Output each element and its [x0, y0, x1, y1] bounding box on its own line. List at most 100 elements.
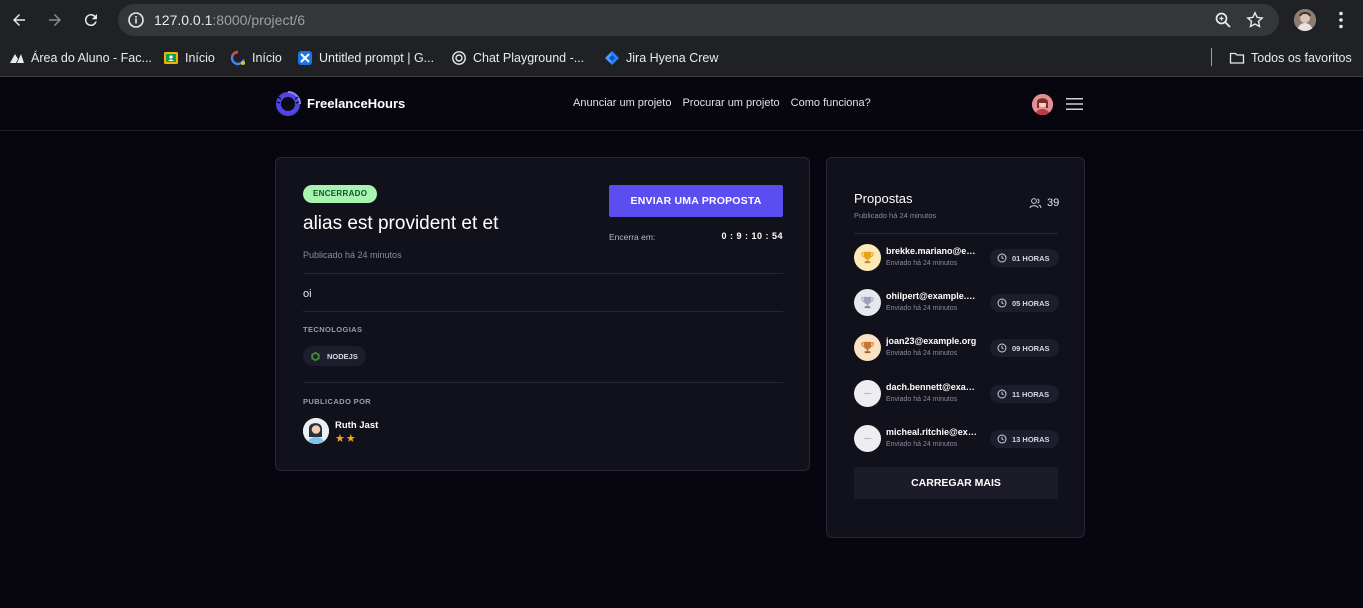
bookmark-label: Untitled prompt | G... [319, 51, 435, 65]
ends-label: Encerra em: [609, 232, 656, 242]
bookmark-item[interactable]: Área do Aluno - Fac... [9, 49, 152, 67]
published-by-label: PUBLICADO POR [303, 397, 372, 406]
bookmark-label: Jira Hyena Crew [626, 51, 719, 65]
proposal-row[interactable]: dach.bennett@example.net Enviado há 24 m… [854, 380, 1059, 408]
technologies-label: TECNOLOGIAS [303, 325, 363, 334]
reload-icon [84, 14, 97, 27]
bookmarks-bar: Área do Aluno - Fac... Início Início Unt… [0, 40, 1363, 77]
proposal-hours-badge: 05 HORAS [990, 294, 1059, 312]
kebab-menu-icon[interactable] [1330, 9, 1352, 31]
proposal-time: Enviado há 24 minutos [886, 350, 958, 357]
bookmark-item[interactable]: Untitled prompt | G... [297, 49, 434, 67]
a-logo-icon [10, 54, 24, 63]
proposal-row[interactable]: joan23@example.org Enviado há 24 minutos… [854, 334, 1059, 362]
proposals-count: 39 [1029, 197, 1059, 209]
users-icon [1029, 198, 1042, 209]
proposal-avatar [854, 244, 881, 271]
nav-link-announce[interactable]: Anunciar um projeto [573, 97, 671, 109]
bookmark-item[interactable]: Início [163, 49, 215, 67]
divider [303, 382, 783, 383]
proposal-row[interactable]: micheal.ritchie@example.com Enviado há 2… [854, 425, 1059, 453]
tech-chip: NODEJS [303, 346, 366, 366]
proposal-time: Enviado há 24 minutos [886, 305, 958, 312]
clock-icon [997, 298, 1007, 308]
proposal-hours-badge: 01 HORAS [990, 249, 1059, 267]
tech-label: NODEJS [327, 351, 358, 361]
bookmark-label: Início [185, 51, 215, 65]
proposal-hours: 13 HORAS [1012, 434, 1050, 444]
zoom-icon[interactable] [1214, 11, 1232, 29]
bookmark-item[interactable]: Chat Playground -... [451, 49, 584, 67]
dash-icon [863, 392, 872, 395]
clock-icon [997, 434, 1007, 444]
trophy-silver-icon [861, 296, 874, 309]
proposal-hours-badge: 13 HORAS [990, 430, 1059, 448]
reload-button[interactable] [79, 8, 103, 32]
proposal-hours-badge: 09 HORAS [990, 339, 1059, 357]
user-avatar[interactable] [1032, 94, 1053, 115]
project-published: Publicado há 24 minutos [303, 250, 402, 260]
all-bookmarks-label: Todos os favoritos [1251, 51, 1352, 65]
clock-icon [997, 389, 1007, 399]
user-picture-icon [1032, 94, 1053, 115]
profile-picture-icon [1294, 9, 1316, 31]
back-button[interactable] [7, 8, 31, 32]
clock-icon [997, 343, 1007, 353]
address-bar[interactable]: 127.0.0.1:8000/project/6 [118, 4, 1279, 36]
proposal-hours: 09 HORAS [1012, 343, 1050, 353]
site-header: FreelanceHours Anunciar um projeto Procu… [0, 78, 1363, 131]
status-badge: ENCERRADO [303, 185, 378, 203]
openai-icon [452, 51, 466, 65]
bookmark-label: Área do Aluno - Fac... [31, 51, 152, 65]
proposal-time: Enviado há 24 minutos [886, 396, 958, 403]
divider [303, 273, 783, 274]
url-text[interactable]: 127.0.0.1:8000/project/6 [154, 12, 305, 28]
proposal-email: micheal.ritchie@example.com [886, 427, 978, 437]
arrow-right-icon [49, 14, 61, 26]
author-picture-icon [303, 418, 329, 444]
nav-link-how-it-works[interactable]: Como funciona? [791, 97, 871, 109]
bookmark-item[interactable]: Início [230, 49, 282, 67]
project-description: oi [303, 288, 312, 300]
proposal-row[interactable]: brekke.mariano@example.com Enviado há 24… [854, 244, 1059, 272]
bookmark-label: Chat Playground -... [473, 51, 585, 65]
countdown-value: 0 : 9 : 10 : 54 [721, 231, 783, 241]
proposal-avatar [854, 289, 881, 316]
clock-icon [997, 253, 1007, 263]
proposal-avatar [854, 380, 881, 407]
nodejs-icon [311, 351, 320, 361]
logo-icon[interactable] [275, 91, 301, 117]
star-bookmark-icon[interactable] [1246, 11, 1264, 29]
browser-toolbar: 127.0.0.1:8000/project/6 [0, 0, 1363, 40]
proposal-hours: 01 HORAS [1012, 253, 1050, 263]
proposals-count-value: 39 [1047, 197, 1060, 209]
google-workspace-icon [230, 50, 245, 66]
proposal-time: Enviado há 24 minutos [886, 260, 958, 267]
proposal-row[interactable]: ohilpert@example.com Enviado há 24 minut… [854, 289, 1059, 317]
profile-avatar[interactable] [1294, 9, 1316, 31]
bookmark-label: Início [252, 51, 282, 65]
info-icon[interactable] [126, 10, 146, 30]
bookmark-item[interactable]: Jira Hyena Crew [604, 49, 718, 67]
proposal-email: dach.bennett@example.net [886, 382, 978, 392]
logo-text[interactable]: FreelanceHours [307, 96, 405, 111]
hamburger-menu-icon[interactable] [1066, 97, 1083, 111]
proposal-hours: 05 HORAS [1012, 298, 1050, 308]
author-rating: ★★ [335, 432, 357, 445]
forward-button[interactable] [43, 8, 67, 32]
proposals-subtitle: Publicado há 24 minutos [854, 211, 937, 220]
divider [303, 311, 783, 312]
proposal-time: Enviado há 24 minutos [886, 441, 958, 448]
star-icon: ★ [345, 433, 357, 445]
main-nav: Anunciar um projeto Procurar um projeto … [573, 97, 871, 109]
nav-link-search[interactable]: Procurar um projeto [682, 97, 779, 109]
author-avatar[interactable] [303, 418, 329, 444]
trophy-bronze-icon [861, 341, 874, 354]
load-more-button[interactable]: CARREGAR MAIS [854, 467, 1058, 499]
url-path: :8000/project/6 [212, 12, 306, 28]
project-title: alias est provident et et [303, 213, 499, 234]
all-bookmarks[interactable]: Todos os favoritos [1229, 49, 1352, 67]
author-name[interactable]: Ruth Jast [335, 420, 378, 431]
proposal-email: brekke.mariano@example.com [886, 246, 978, 256]
send-proposal-button[interactable]: ENVIAR UMA PROPOSTA [609, 185, 783, 217]
